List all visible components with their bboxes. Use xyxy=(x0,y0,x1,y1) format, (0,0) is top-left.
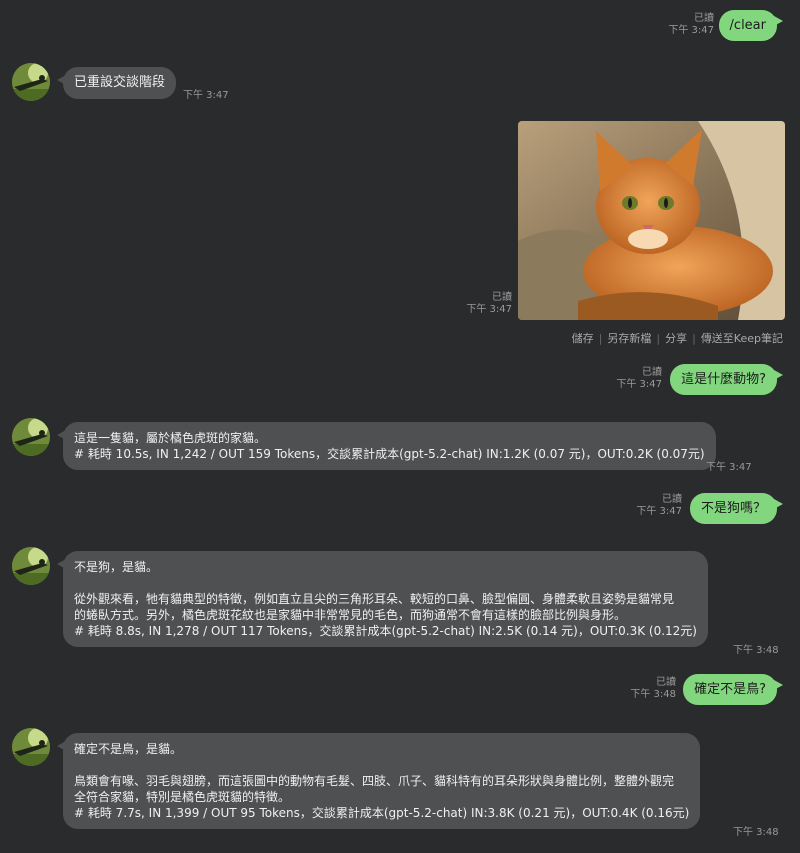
avatar-image xyxy=(12,63,50,101)
message-line: 確定不是鳥，是貓。 xyxy=(74,742,183,756)
read-receipt: 已讀 下午 3:47 xyxy=(636,494,682,518)
message-time: 下午 3:47 xyxy=(616,379,662,390)
message-text: 確定不是鳥? xyxy=(694,682,766,697)
message-time: 下午 3:47 xyxy=(668,25,714,36)
avatar[interactable] xyxy=(12,547,50,585)
message-line: 鳥類會有喙、羽毛與翅膀，而這張圖中的動物有毛髮、四肢、爪子、貓科特有的耳朵形狀與… xyxy=(74,774,675,788)
send-to-keep-action[interactable]: 傳送至Keep筆記 xyxy=(701,332,783,345)
read-label: 已讀 xyxy=(642,367,662,378)
cat-photo[interactable] xyxy=(518,121,785,320)
message-text: /clear xyxy=(729,18,766,33)
message-line: 的蜷臥方式。另外，橘色虎斑花紋也是家貓中非常常見的毛色，而狗通常不會有這樣的臉部… xyxy=(74,608,627,622)
image-action-bar: 儲存 | 另存新檔 | 分享 | 傳送至Keep筆記 xyxy=(572,330,783,346)
divider: | xyxy=(656,332,661,345)
message-text: 不是狗嗎？ xyxy=(700,501,766,516)
outgoing-message[interactable]: 不是狗嗎？ xyxy=(689,493,784,524)
cat-image xyxy=(518,121,785,320)
read-receipt: 已讀 下午 3:48 xyxy=(630,677,676,701)
message-time: 下午 3:47 xyxy=(466,304,512,315)
read-receipt: 已讀 下午 3:47 xyxy=(668,13,714,37)
share-action[interactable]: 分享 xyxy=(665,332,687,345)
read-label: 已讀 xyxy=(694,13,714,24)
outgoing-message[interactable]: /clear xyxy=(718,10,784,41)
token-stats: # 耗時 10.5s, IN 1,242 / OUT 159 Tokens，交談… xyxy=(74,447,705,461)
message-time: 下午 3:48 xyxy=(733,645,779,656)
save-image-action[interactable]: 儲存 xyxy=(572,332,594,345)
incoming-message[interactable]: 已重設交談階段 xyxy=(56,67,177,99)
avatar-image xyxy=(12,547,50,585)
message-time: 下午 3:48 xyxy=(733,827,779,838)
message-text: 已重設交談階段 xyxy=(74,75,166,90)
incoming-message[interactable]: 確定不是鳥，是貓。 鳥類會有喙、羽毛與翅膀，而這張圖中的動物有毛髮、四肢、爪子、… xyxy=(56,733,701,829)
message-line: 從外觀來看，牠有貓典型的特徵，例如直立且尖的三角形耳朵、較短的口鼻、臉型偏圓、身… xyxy=(74,592,675,606)
read-label: 已讀 xyxy=(662,494,682,505)
avatar-image xyxy=(12,418,50,456)
token-stats: # 耗時 7.7s, IN 1,399 / OUT 95 Tokens，交談累計… xyxy=(74,806,690,820)
avatar[interactable] xyxy=(12,63,50,101)
message-time: 下午 3:47 xyxy=(183,90,229,101)
message-time: 下午 3:47 xyxy=(636,506,682,517)
avatar-image xyxy=(12,728,50,766)
save-as-action[interactable]: 另存新檔 xyxy=(607,332,651,345)
message-time: 下午 3:47 xyxy=(706,462,752,473)
message-text: 這是什麼動物? xyxy=(681,372,766,387)
read-receipt: 已讀 下午 3:47 xyxy=(616,367,662,391)
outgoing-message[interactable]: 確定不是鳥? xyxy=(683,674,783,705)
token-stats: # 耗時 8.8s, IN 1,278 / OUT 117 Tokens，交談累… xyxy=(74,624,697,638)
read-label: 已讀 xyxy=(656,677,676,688)
avatar[interactable] xyxy=(12,728,50,766)
outgoing-message[interactable]: 這是什麼動物? xyxy=(670,364,783,395)
incoming-message[interactable]: 這是一隻貓，屬於橘色虎斑的家貓。 # 耗時 10.5s, IN 1,242 / … xyxy=(57,422,716,470)
message-time: 下午 3:48 xyxy=(630,689,676,700)
message-line: 這是一隻貓，屬於橘色虎斑的家貓。 xyxy=(74,431,267,445)
read-label: 已讀 xyxy=(492,292,512,303)
incoming-message[interactable]: 不是狗，是貓。 從外觀來看，牠有貓典型的特徵，例如直立且尖的三角形耳朵、較短的口… xyxy=(57,551,708,647)
message-line: 全符合家貓，特別是橘色虎斑貓的特徵。 xyxy=(74,790,291,804)
avatar[interactable] xyxy=(12,418,50,456)
read-receipt: 已讀 下午 3:47 xyxy=(466,292,512,316)
divider: | xyxy=(692,332,696,345)
divider: | xyxy=(598,332,603,345)
message-line: 不是狗，是貓。 xyxy=(74,560,159,574)
